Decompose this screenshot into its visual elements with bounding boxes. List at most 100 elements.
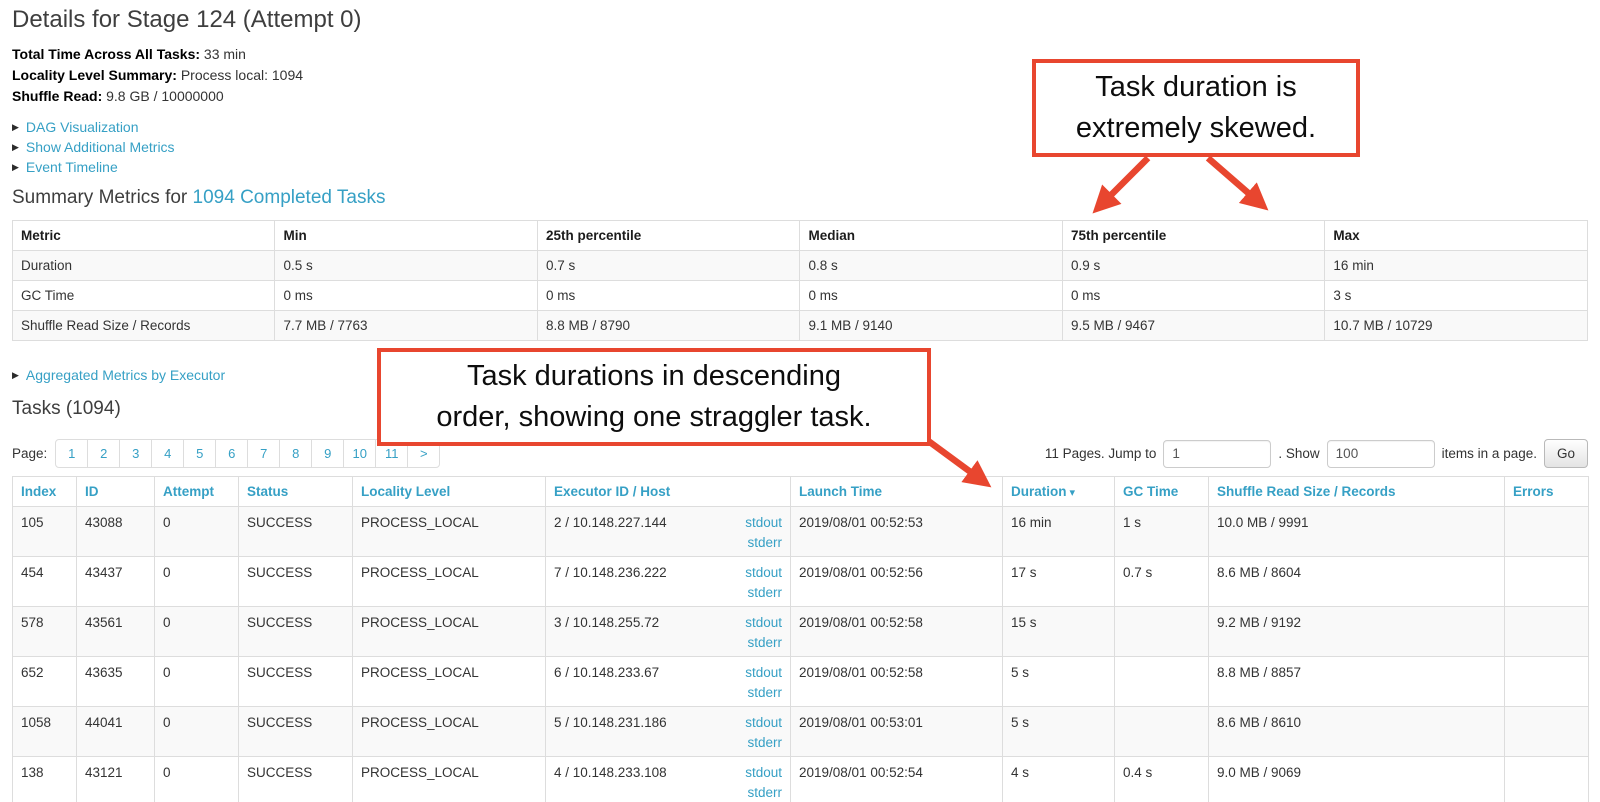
cell-duration: 16 min bbox=[1003, 507, 1115, 557]
cell-gc-time: 0.7 s bbox=[1115, 557, 1209, 607]
cell-locality-level: PROCESS_LOCAL bbox=[353, 707, 546, 757]
metric-name: Shuffle Read Size / Records bbox=[13, 311, 275, 341]
annotation-line: extremely skewed. bbox=[1044, 108, 1348, 149]
cell-executor-host: 3 / 10.148.255.72stdoutstderr bbox=[546, 607, 791, 657]
page-button-3[interactable]: 3 bbox=[119, 439, 152, 468]
cell-attempt: 0 bbox=[155, 657, 239, 707]
cell-index: 105 bbox=[13, 507, 77, 557]
executor-host-text: 4 / 10.148.233.108 bbox=[554, 763, 667, 802]
cell-shuffle-read: 9.0 MB / 9069 bbox=[1209, 757, 1505, 802]
stderr-link[interactable]: stderr bbox=[747, 633, 782, 653]
locality-summary-label: Locality Level Summary: bbox=[12, 67, 177, 83]
tasks-col-header-attempt[interactable]: Attempt bbox=[155, 477, 239, 507]
page-button-9[interactable]: 9 bbox=[311, 439, 344, 468]
metric-value: 16 min bbox=[1325, 251, 1588, 281]
tasks-col-header-index[interactable]: Index bbox=[13, 477, 77, 507]
stdout-link[interactable]: stdout bbox=[745, 563, 782, 583]
cell-attempt: 0 bbox=[155, 607, 239, 657]
event-timeline-link[interactable]: Event Timeline bbox=[26, 159, 118, 175]
cell-status: SUCCESS bbox=[239, 607, 353, 657]
summary-col-header: Metric bbox=[13, 221, 275, 251]
cell-attempt: 0 bbox=[155, 507, 239, 557]
tasks-col-header-status[interactable]: Status bbox=[239, 477, 353, 507]
stderr-link[interactable]: stderr bbox=[747, 783, 782, 802]
stderr-link[interactable]: stderr bbox=[747, 583, 782, 603]
page-title: Details for Stage 124 (Attempt 0) bbox=[12, 6, 1588, 34]
tasks-col-header-duration[interactable]: Duration ▾ bbox=[1003, 477, 1115, 507]
stderr-link[interactable]: stderr bbox=[747, 683, 782, 703]
tasks-col-header-shuffle-read-size-records[interactable]: Shuffle Read Size / Records bbox=[1209, 477, 1505, 507]
cell-status: SUCCESS bbox=[239, 657, 353, 707]
metric-value: 0 ms bbox=[1062, 281, 1324, 311]
cell-duration: 4 s bbox=[1003, 757, 1115, 802]
cell-attempt: 0 bbox=[155, 757, 239, 802]
stdout-link[interactable]: stdout bbox=[745, 663, 782, 683]
summary-col-header: Max bbox=[1325, 221, 1588, 251]
cell-task-id: 43121 bbox=[77, 757, 155, 802]
tasks-col-header-gc-time[interactable]: GC Time bbox=[1115, 477, 1209, 507]
stderr-link[interactable]: stderr bbox=[747, 733, 782, 753]
page-button-1[interactable]: 1 bbox=[55, 439, 88, 468]
metric-value: 0.5 s bbox=[275, 251, 537, 281]
metric-name: Duration bbox=[13, 251, 275, 281]
cell-task-id: 44041 bbox=[77, 707, 155, 757]
cell-duration: 17 s bbox=[1003, 557, 1115, 607]
page-button-8[interactable]: 8 bbox=[279, 439, 312, 468]
dag-visualization-link[interactable]: DAG Visualization bbox=[26, 119, 139, 135]
aggregated-metrics-link[interactable]: Aggregated Metrics by Executor bbox=[26, 367, 225, 383]
stdout-link[interactable]: stdout bbox=[745, 763, 782, 783]
show-text: . Show bbox=[1278, 446, 1319, 461]
executor-host-text: 7 / 10.148.236.222 bbox=[554, 563, 667, 603]
cell-launch-time: 2019/08/01 00:52:58 bbox=[791, 657, 1003, 707]
collapsed-arrow-icon: ▶ bbox=[12, 365, 19, 385]
metric-value: 9.5 MB / 9467 bbox=[1062, 311, 1324, 341]
page-button-5[interactable]: 5 bbox=[183, 439, 216, 468]
cell-launch-time: 2019/08/01 00:52:54 bbox=[791, 757, 1003, 802]
metric-value: 10.7 MB / 10729 bbox=[1325, 311, 1588, 341]
show-additional-metrics-link[interactable]: Show Additional Metrics bbox=[26, 139, 175, 155]
page-button-7[interactable]: 7 bbox=[247, 439, 280, 468]
tasks-col-header-id[interactable]: ID bbox=[77, 477, 155, 507]
cell-launch-time: 2019/08/01 00:52:53 bbox=[791, 507, 1003, 557]
cell-gc-time bbox=[1115, 707, 1209, 757]
annotation-line: order, showing one straggler task. bbox=[389, 397, 919, 438]
stdout-link[interactable]: stdout bbox=[745, 613, 782, 633]
cell-task-id: 43437 bbox=[77, 557, 155, 607]
metric-value: 8.8 MB / 8790 bbox=[537, 311, 799, 341]
tasks-header-row: IndexIDAttemptStatusLocality LevelExecut… bbox=[13, 477, 1589, 507]
cell-shuffle-read: 9.2 MB / 9192 bbox=[1209, 607, 1505, 657]
stderr-link[interactable]: stderr bbox=[747, 533, 782, 553]
stdout-link[interactable]: stdout bbox=[745, 713, 782, 733]
cell-errors bbox=[1505, 607, 1589, 657]
tasks-col-header-launch-time[interactable]: Launch Time bbox=[791, 477, 1003, 507]
cell-status: SUCCESS bbox=[239, 707, 353, 757]
cell-status: SUCCESS bbox=[239, 507, 353, 557]
tasks-col-header-executor-id-host[interactable]: Executor ID / Host bbox=[546, 477, 791, 507]
jump-to-page-input[interactable] bbox=[1163, 440, 1271, 468]
toggle-event-timeline[interactable]: ▶ Event Timeline bbox=[12, 157, 1588, 177]
tasks-col-header-locality-level[interactable]: Locality Level bbox=[353, 477, 546, 507]
executor-host-text: 2 / 10.148.227.144 bbox=[554, 513, 667, 553]
summary-metrics-heading-text: Summary Metrics for bbox=[12, 187, 193, 208]
go-button[interactable]: Go bbox=[1544, 439, 1588, 468]
cell-executor-host: 4 / 10.148.233.108 stdoutstderr bbox=[546, 757, 791, 802]
pages-count-text: 11 Pages. Jump to bbox=[1045, 446, 1157, 461]
page-button-2[interactable]: 2 bbox=[87, 439, 120, 468]
task-row: 454434370SUCCESSPROCESS_LOCAL7 / 10.148.… bbox=[13, 557, 1589, 607]
page-button-4[interactable]: 4 bbox=[151, 439, 184, 468]
metric-value: 0 ms bbox=[800, 281, 1062, 311]
stdout-link[interactable]: stdout bbox=[745, 513, 782, 533]
sort-desc-icon: ▾ bbox=[1067, 487, 1076, 499]
completed-tasks-link[interactable]: 1094 Completed Tasks bbox=[193, 187, 386, 208]
collapsed-arrow-icon: ▶ bbox=[12, 157, 19, 177]
items-per-page-input[interactable] bbox=[1327, 440, 1435, 468]
tasks-col-header-errors[interactable]: Errors bbox=[1505, 477, 1589, 507]
metric-value: 9.1 MB / 9140 bbox=[800, 311, 1062, 341]
page-button-6[interactable]: 6 bbox=[215, 439, 248, 468]
page-button-10[interactable]: 10 bbox=[343, 439, 376, 468]
cell-shuffle-read: 10.0 MB / 9991 bbox=[1209, 507, 1505, 557]
cell-shuffle-read: 8.6 MB / 8610 bbox=[1209, 707, 1505, 757]
items-per-page-text: items in a page. bbox=[1442, 446, 1537, 461]
metric-value: 7.7 MB / 7763 bbox=[275, 311, 537, 341]
summary-col-header: Min bbox=[275, 221, 537, 251]
